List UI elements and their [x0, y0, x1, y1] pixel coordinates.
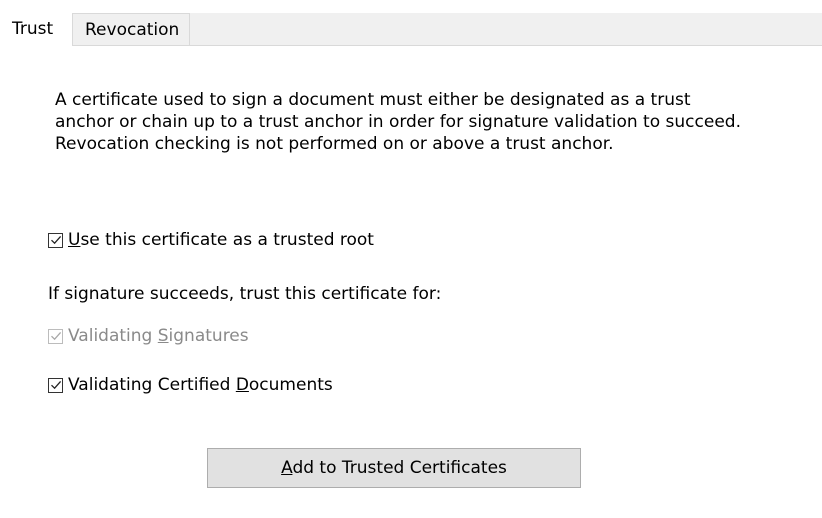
trusted-root-mnemonic: U	[68, 230, 81, 250]
add-to-trusted-certificates-button[interactable]: Add to Trusted Certificates	[207, 448, 581, 488]
validating-certified-checkbox[interactable]	[48, 377, 63, 393]
validating-certified-rest: ocuments	[248, 375, 333, 395]
trusted-root-label: Use this certificate as a trusted root	[68, 230, 374, 250]
add-button-label-rest: dd to Trusted Certificates	[292, 458, 507, 478]
add-button-mnemonic: A	[281, 458, 293, 478]
trusted-root-checkbox[interactable]	[48, 232, 63, 248]
tab-trust-label: Trust	[12, 19, 54, 39]
validating-signatures-checkbox-row: Validating Signatures	[48, 325, 249, 347]
validating-certified-checkbox-row[interactable]: Validating Certified Documents	[48, 374, 333, 396]
trusted-root-checkbox-row[interactable]: Use this certificate as a trusted root	[48, 229, 374, 251]
checkmark-icon	[50, 380, 61, 390]
certificate-trust-panel: Trust Revocation A certificate used to s…	[0, 0, 822, 518]
description-line-1: A certificate used to sign a document mu…	[55, 90, 691, 110]
checkmark-icon	[50, 235, 61, 245]
description-line-2: anchor or chain up to a trust anchor in …	[55, 112, 741, 132]
validating-signatures-prefix: Validating	[68, 326, 158, 346]
validating-certified-mnemonic: D	[235, 375, 249, 395]
checkmark-icon	[50, 331, 61, 341]
validating-signatures-checkbox	[48, 328, 63, 344]
trust-for-label: If signature succeeds, trust this certif…	[48, 284, 442, 304]
trusted-root-label-rest: se this certificate as a trusted root	[80, 230, 374, 250]
tab-strip-divider	[72, 45, 822, 46]
tab-trust[interactable]: Trust	[0, 13, 72, 45]
validating-signatures-label: Validating Signatures	[68, 326, 249, 346]
validating-certified-label: Validating Certified Documents	[68, 375, 333, 395]
validating-signatures-rest: ignatures	[168, 326, 249, 346]
tab-strip-background	[190, 13, 822, 45]
validating-certified-prefix: Validating Certified	[68, 375, 236, 395]
trust-anchor-description: A certificate used to sign a document mu…	[55, 89, 815, 155]
add-button-label: Add to Trusted Certificates	[281, 458, 507, 478]
description-line-3: Revocation checking is not performed on …	[55, 134, 614, 154]
tab-revocation-label: Revocation	[85, 20, 180, 40]
tab-revocation[interactable]: Revocation	[72, 13, 190, 45]
validating-signatures-mnemonic: S	[157, 326, 169, 346]
tab-strip: Trust Revocation	[0, 13, 822, 46]
